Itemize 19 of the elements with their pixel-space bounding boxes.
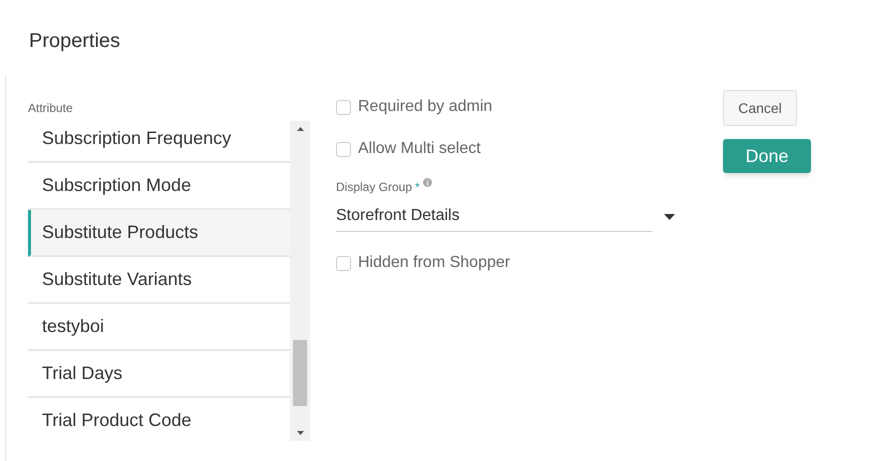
checkbox[interactable] (336, 142, 351, 156)
checkbox-label: Required by admin (358, 97, 492, 117)
info-icon[interactable] (422, 178, 432, 187)
scroll-down-icon[interactable] (297, 431, 304, 435)
required-mark: * (415, 179, 420, 196)
checkbox[interactable] (336, 256, 351, 270)
checkbox[interactable] (336, 100, 351, 114)
cancel-button[interactable]: Cancel (723, 90, 797, 126)
field-label: Display Group (336, 179, 412, 196)
attribute-label: Attribute (28, 100, 74, 116)
panel-title: Properties (29, 29, 120, 54)
attribute-item[interactable]: Substitute Products (28, 210, 290, 257)
scroll-thumb[interactable] (293, 340, 307, 406)
checkbox-label: Hidden from Shopper (358, 253, 510, 273)
scroll-up-icon[interactable] (297, 127, 304, 131)
checkbox-label: Allow Multi select (358, 139, 481, 159)
display-group-select[interactable]: Storefront Details (336, 200, 652, 232)
scrollbar[interactable] (290, 121, 310, 441)
dropdown-caret-icon[interactable] (664, 214, 675, 220)
